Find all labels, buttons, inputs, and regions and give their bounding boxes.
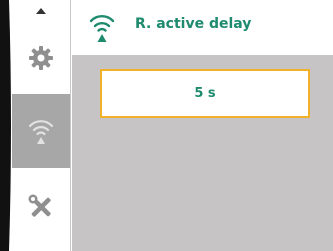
chevron-up-icon: [36, 8, 46, 14]
value-field[interactable]: 5 s: [100, 69, 310, 118]
rail-divider: [70, 0, 71, 251]
rail-item-settings[interactable]: [12, 22, 70, 94]
rail-item-tools[interactable]: [12, 168, 70, 246]
content-area: 5 s: [72, 55, 333, 251]
page-title: R. active delay: [135, 16, 252, 32]
device-screen: R. active delay 5 s: [0, 0, 333, 251]
gear-icon: [29, 46, 53, 70]
remote-signal-icon: [28, 120, 54, 144]
header: R. active delay: [72, 0, 333, 55]
tools-icon: [28, 194, 51, 217]
remote-signal-icon: [89, 15, 115, 42]
rail-scroll-up-button[interactable]: [12, 0, 70, 22]
value-text: 5 s: [194, 86, 216, 101]
rail-item-remote[interactable]: [12, 94, 70, 168]
